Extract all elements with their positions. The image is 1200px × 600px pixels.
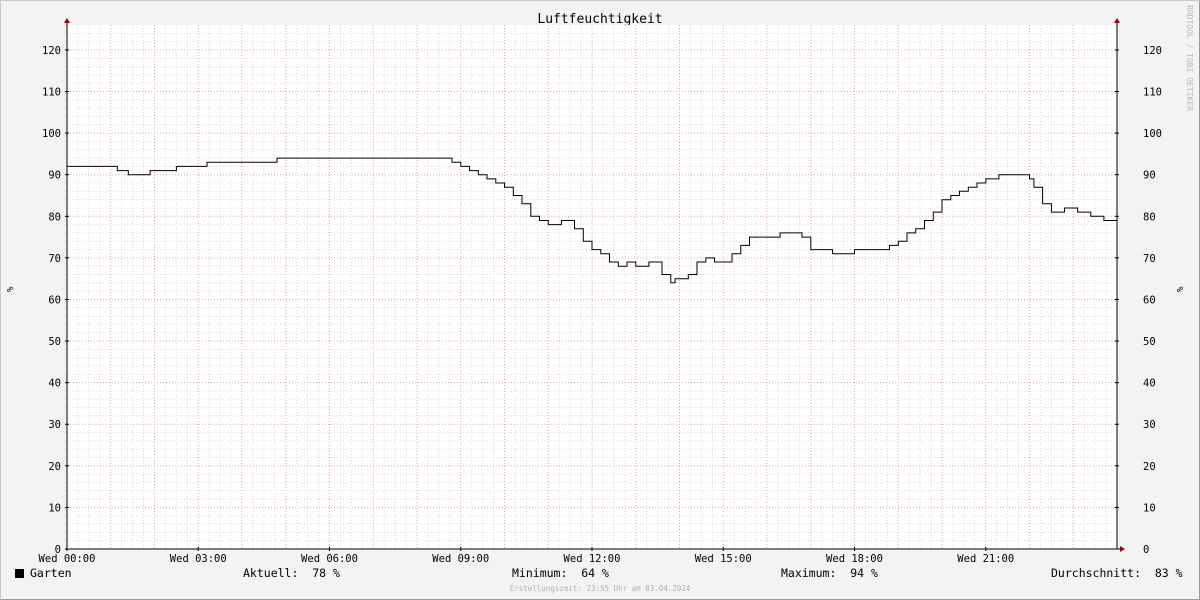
x-tick-label: Wed 15:00 — [695, 553, 752, 565]
y-tick-label-right: 0 — [1143, 544, 1149, 556]
y-tick-label-right: 20 — [1143, 461, 1156, 473]
x-tick-label: Wed 09:00 — [432, 553, 489, 565]
x-tick-label: Wed 06:00 — [301, 553, 358, 565]
y-tick-label-left: 120 — [42, 45, 61, 57]
legend-series-label: Garten — [30, 566, 72, 580]
y-tick-label-left: 40 — [48, 378, 61, 390]
chart-title: Luftfeuchtigkeit — [537, 12, 662, 27]
y-tick-label-right: 120 — [1143, 45, 1162, 57]
legend-maximum: Maximum: 94 % — [781, 566, 878, 580]
y-tick-label-right: 60 — [1143, 294, 1156, 306]
y-tick-label-left: 10 — [48, 502, 61, 514]
rrdtool-watermark: RRDTOOL / TOBI OETIKER — [1185, 5, 1194, 111]
y-tick-label-right: 110 — [1143, 87, 1162, 99]
legend-swatch — [15, 569, 24, 578]
footer-timestamp: Erstellungszeit: 23:55 Uhr am 03.04.2024 — [509, 584, 691, 593]
y-tick-label-right: 10 — [1143, 502, 1156, 514]
y-tick-label-left: 70 — [48, 253, 61, 265]
legend-aktuell: Aktuell: 78 % — [243, 566, 340, 580]
x-tick-label: Wed 12:00 — [564, 553, 621, 565]
legend: Garten Aktuell: 78 % Minimum: 64 % Maxim… — [0, 566, 1200, 584]
legend-durchschnitt: Durchschnitt: 83 % — [1051, 566, 1183, 580]
y-axis-arrow-right — [1114, 18, 1120, 23]
y-axis-label-right: % — [1176, 286, 1186, 292]
y-tick-label-right: 30 — [1143, 419, 1156, 431]
y-tick-label-left: 20 — [48, 461, 61, 473]
y-tick-label-right: 100 — [1143, 128, 1162, 140]
y-tick-label-right: 70 — [1143, 253, 1156, 265]
x-tick-label: Wed 21:00 — [957, 553, 1014, 565]
y-tick-label-left: 110 — [42, 87, 61, 99]
y-tick-label-left: 80 — [48, 211, 61, 223]
y-tick-label-right: 90 — [1143, 170, 1156, 182]
y-tick-label-right: 40 — [1143, 378, 1156, 390]
chart-svg: Luftfeuchtigkeit 0 010 1020 2030 3040 4050 506… — [39, 12, 1162, 565]
y-tick-label-left: 90 — [48, 170, 61, 182]
y-tick-label-right: 50 — [1143, 336, 1156, 348]
x-axis-arrow — [1120, 546, 1125, 552]
y-tick-label-left: 50 — [48, 336, 61, 348]
y-axis-arrow-left — [64, 18, 70, 23]
x-tick-label: Wed 18:00 — [826, 553, 883, 565]
y-tick-label-left: 30 — [48, 419, 61, 431]
y-axis-label-left: % — [6, 286, 16, 292]
y-tick-label-left: 60 — [48, 294, 61, 306]
x-tick-label: Wed 03:00 — [170, 553, 227, 565]
legend-minimum: Minimum: 64 % — [512, 566, 609, 580]
y-tick-label-right: 80 — [1143, 211, 1156, 223]
legend-series-garten: Garten — [15, 566, 72, 580]
x-tick-label: Wed 00:00 — [39, 553, 96, 565]
y-tick-label-left: 100 — [42, 128, 61, 140]
plot-area: 0 010 1020 2030 3040 4050 5060 6070 7080 8090 9010… — [39, 18, 1162, 565]
